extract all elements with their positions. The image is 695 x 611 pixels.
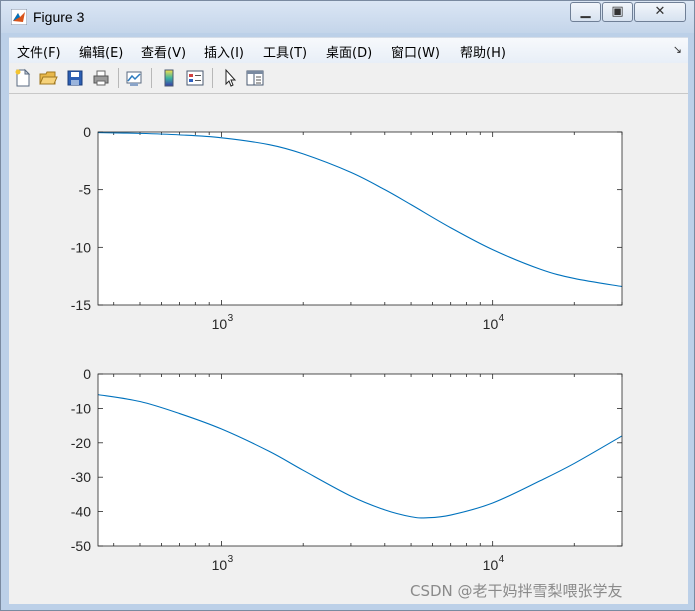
property-editor-icon[interactable] [245, 68, 265, 88]
y-tick-label: 0 [83, 124, 91, 140]
x-tick-label-exponent: 4 [499, 313, 505, 324]
toolbar-separator [212, 68, 213, 88]
x-tick-label-base: 10 [483, 316, 499, 332]
y-tick-label: 0 [83, 366, 91, 382]
watermark-text: CSDN @老干妈拌雪梨喂张学友 [410, 582, 623, 600]
dock-arrow-icon[interactable]: ↘ [673, 43, 682, 56]
menu-file[interactable]: 文件(F) [17, 42, 61, 61]
x-tick-label-exponent: 4 [499, 554, 505, 565]
x-tick-label-base: 10 [212, 316, 228, 332]
toolbar [9, 63, 688, 94]
axes-background [98, 132, 622, 305]
minimize-button[interactable]: ▁ [570, 2, 601, 22]
x-tick-label-exponent: 3 [228, 313, 234, 324]
y-tick-label: -5 [79, 182, 92, 198]
close-icon: ✕ [654, 4, 666, 19]
y-tick-label: -20 [71, 435, 91, 451]
menu-bar: 文件(F) 编辑(E) 查看(V) 插入(I) 工具(T) 桌面(D) 窗口(W… [9, 37, 688, 64]
y-tick-label: -30 [71, 469, 91, 485]
matlab-logo-icon [11, 9, 27, 25]
open-file-icon[interactable] [38, 68, 58, 88]
y-tick-label: -10 [71, 400, 91, 416]
save-icon[interactable] [65, 68, 85, 88]
maximize-icon: ▣ [611, 4, 624, 19]
menu-tools[interactable]: 工具(T) [263, 42, 307, 61]
x-tick-label-base: 10 [483, 557, 499, 573]
figure-canvas[interactable]: 0 -5 -10 -15 10 3 10 4 0 -10 -20 -30 -40 -50 10 3 10 4 [9, 94, 688, 604]
minimize-icon: ▁ [580, 4, 591, 19]
close-button[interactable]: ✕ [634, 2, 686, 22]
menu-edit[interactable]: 编辑(E) [79, 42, 123, 61]
new-figure-icon[interactable] [13, 68, 33, 88]
x-tick-label-base: 10 [212, 557, 228, 573]
menu-view[interactable]: 查看(V) [141, 42, 186, 61]
y-tick-label: -40 [71, 504, 91, 520]
toolbar-separator [151, 68, 152, 88]
plots-svg: 0-5-10-1510 3 10 40-10-20-30-40-5010 3 10 4 [71, 124, 623, 573]
toolbar-separator [118, 68, 119, 88]
legend-icon[interactable] [185, 68, 205, 88]
y-tick-label: -10 [71, 239, 91, 255]
y-tick-label: -50 [71, 538, 91, 554]
y-tick-label: -15 [71, 297, 91, 313]
menu-window[interactable]: 窗口(W) [391, 42, 440, 61]
colorbar-icon[interactable] [159, 68, 179, 88]
axes-background [98, 374, 622, 546]
link-plot-icon[interactable] [124, 68, 144, 88]
maximize-button[interactable]: ▣ [602, 2, 633, 22]
menu-desktop[interactable]: 桌面(D) [326, 42, 372, 61]
title-bar[interactable]: Figure 3 ▁ ▣ ✕ [1, 1, 694, 33]
pointer-icon[interactable] [220, 68, 240, 88]
window-title: Figure 3 [33, 9, 85, 25]
x-tick-label-exponent: 3 [228, 554, 234, 565]
figure-window: Figure 3 ▁ ▣ ✕ 文件(F) 编辑(E) 查看(V) 插入(I) 工… [0, 0, 695, 611]
menu-insert[interactable]: 插入(I) [204, 42, 244, 61]
menu-help[interactable]: 帮助(H) [460, 42, 506, 61]
print-icon[interactable] [91, 68, 111, 88]
